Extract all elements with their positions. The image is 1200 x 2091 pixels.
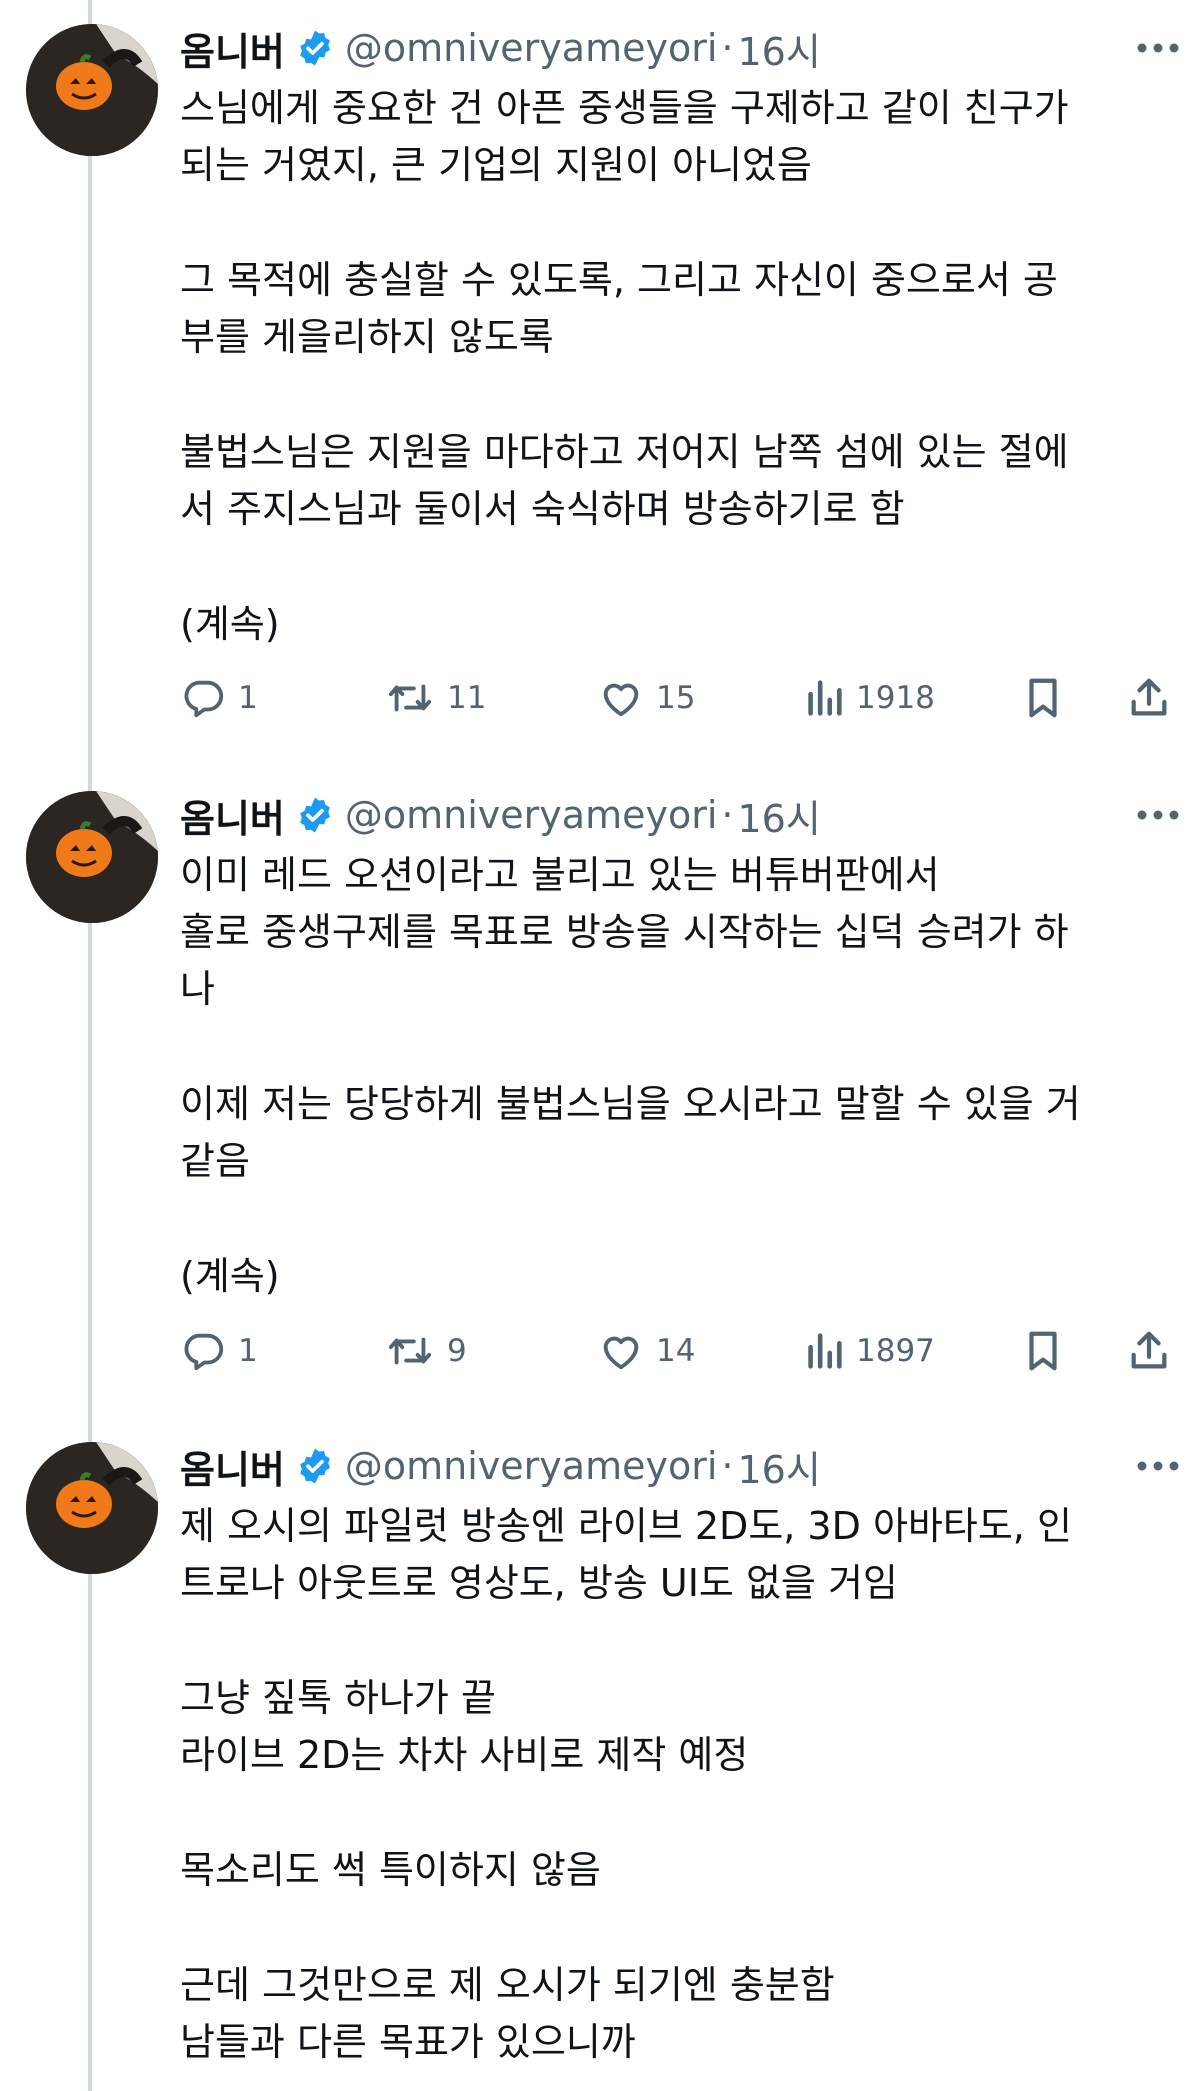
- paragraph: 근데 그것만으로 제 오시가 되기엔 충분함 남들과 다른 목표가 있으니까: [180, 1957, 1180, 2071]
- text-line: 불법스님은 지원을 마다하고 저어지 남쪽 섬에 있는 절에: [180, 430, 1069, 474]
- tweet-2[interactable]: 옴니버 @omniveryameyori · 16시 이미 레드 오션이라고 불…: [0, 767, 1200, 1417]
- tweet-text: 제 오시의 파일럿 방송엔 라이브 2D도, 3D 아바타도, 인 트로나 아웃…: [180, 1498, 1180, 2071]
- text-line: 홀로 중생구제를 목표로 방송을 시작하는 십덕 승려가 하: [180, 910, 1069, 954]
- verified-badge-icon: [295, 1446, 335, 1486]
- tweet-header: 옴니버 @omniveryameyori · 16시: [180, 20, 1180, 76]
- timestamp[interactable]: 16시: [737, 1439, 820, 1494]
- repost-icon: [385, 675, 435, 721]
- tweet-3[interactable]: 옴니버 @omniveryameyori · 16시 제 오시의 파일럿 방송엔…: [0, 1418, 1200, 2091]
- reply-count: 1: [238, 1333, 258, 1369]
- text-line: 목소리도 썩 특이하지 않음: [180, 1848, 601, 1892]
- text-line: 나: [180, 967, 215, 1011]
- separator-dot: ·: [721, 793, 734, 837]
- text-line: 이제 저는 당당하게 불법스님을 오시라고 말할 수 있을 거: [180, 1082, 1081, 1126]
- paragraph: 그냥 짚톡 하나가 끝 라이브 2D는 차차 사비로 제작 예정: [180, 1670, 1180, 1784]
- author-handle[interactable]: @omniveryameyori: [345, 26, 718, 70]
- share-icon: [1126, 1328, 1172, 1374]
- text-line: 같음: [180, 1139, 250, 1183]
- author-handle[interactable]: @omniveryameyori: [345, 793, 718, 837]
- text-line: 그 목적에 충실할 수 있도록, 그리고 자신이 중으로서 공: [180, 258, 1058, 302]
- text-line: 스님에게 중요한 건 아픈 중생들을 구제하고 같이 친구가: [180, 86, 1069, 130]
- bookmark-button[interactable]: [1020, 668, 1066, 728]
- text-line: 서 주지스님과 둘이서 숙식하며 방송하기로 함: [180, 487, 905, 531]
- bookmark-button[interactable]: [1020, 1321, 1066, 1381]
- views-button[interactable]: 1918: [804, 668, 935, 728]
- reply-button[interactable]: 1: [180, 1321, 258, 1381]
- text-line: (계속): [180, 602, 280, 646]
- avatar[interactable]: [26, 791, 158, 923]
- repost-button[interactable]: 9: [385, 1321, 467, 1381]
- more-options-icon[interactable]: [1136, 20, 1180, 76]
- paragraph: 스님에게 중요한 건 아픈 중생들을 구제하고 같이 친구가 되는 거였지, 큰…: [180, 80, 1180, 194]
- text-line: (계속): [180, 1254, 280, 1298]
- views-count: 1918: [856, 680, 935, 716]
- text-line: 이미 레드 오션이라고 불리고 있는 버튜버판에서: [180, 853, 940, 897]
- views-count: 1897: [856, 1333, 935, 1369]
- reply-count: 1: [238, 680, 258, 716]
- heart-icon: [598, 1328, 644, 1374]
- text-line: 그냥 짚톡 하나가 끝: [180, 1676, 496, 1720]
- paragraph: 불법스님은 지원을 마다하고 저어지 남쪽 섬에 있는 절에 서 주지스님과 둘…: [180, 424, 1180, 538]
- text-line: 라이브 2D는 차차 사비로 제작 예정: [180, 1733, 749, 1777]
- like-button[interactable]: 14: [598, 1321, 695, 1381]
- like-count: 14: [656, 1333, 696, 1369]
- views-chart-icon: [804, 675, 844, 721]
- reply-button[interactable]: 1: [180, 668, 258, 728]
- text-line: 되는 거였지, 큰 기업의 지원이 아니었음: [180, 143, 812, 187]
- tweet-actions: 1 11 15 1918: [180, 668, 1170, 728]
- paragraph: 이미 레드 오션이라고 불리고 있는 버튜버판에서 홀로 중생구제를 목표로 방…: [180, 847, 1180, 1018]
- reply-icon: [180, 675, 226, 721]
- avatar[interactable]: [26, 24, 158, 156]
- tweet-text: 스님에게 중요한 건 아픈 중생들을 구제하고 같이 친구가 되는 거였지, 큰…: [180, 80, 1180, 653]
- timestamp[interactable]: 16시: [737, 788, 820, 843]
- text-line: 부를 게을리하지 않도록: [180, 315, 554, 359]
- tweet-actions: 1 9 14 1897: [180, 1321, 1170, 1381]
- author-handle[interactable]: @omniveryameyori: [345, 1444, 718, 1488]
- timestamp[interactable]: 16시: [737, 21, 820, 76]
- share-button[interactable]: [1126, 1321, 1172, 1381]
- bookmark-icon: [1020, 1328, 1066, 1374]
- verified-badge-icon: [295, 795, 335, 835]
- paragraph: 목소리도 썩 특이하지 않음: [180, 1842, 1180, 1899]
- text-line: 트로나 아웃트로 영상도, 방송 UI도 없을 거임: [180, 1561, 898, 1605]
- share-icon: [1126, 675, 1172, 721]
- reply-icon: [180, 1328, 226, 1374]
- avatar[interactable]: [26, 1442, 158, 1574]
- paragraph: (계속): [180, 596, 1180, 653]
- author-name[interactable]: 옴니버: [180, 21, 285, 76]
- text-line: 제 오시의 파일럿 방송엔 라이브 2D도, 3D 아바타도, 인: [180, 1504, 1072, 1548]
- separator-dot: ·: [721, 1444, 734, 1488]
- repost-button[interactable]: 11: [385, 668, 486, 728]
- tweet-header: 옴니버 @omniveryameyori · 16시: [180, 1438, 1180, 1494]
- author-name[interactable]: 옴니버: [180, 788, 285, 843]
- repost-count: 9: [447, 1333, 467, 1369]
- repost-icon: [385, 1328, 435, 1374]
- text-line: 남들과 다른 목표가 있으니까: [180, 2020, 636, 2064]
- views-chart-icon: [804, 1328, 844, 1374]
- heart-icon: [598, 675, 644, 721]
- paragraph: 그 목적에 충실할 수 있도록, 그리고 자신이 중으로서 공 부를 게을리하지…: [180, 252, 1180, 366]
- bookmark-icon: [1020, 675, 1066, 721]
- tweet-header: 옴니버 @omniveryameyori · 16시: [180, 787, 1180, 843]
- author-name[interactable]: 옴니버: [180, 1439, 285, 1494]
- more-options-icon[interactable]: [1136, 787, 1180, 843]
- tweet-text: 이미 레드 오션이라고 불리고 있는 버튜버판에서 홀로 중생구제를 목표로 방…: [180, 847, 1180, 1305]
- tweet-1[interactable]: 옴니버 @omniveryameyori · 16시 스님에게 중요한 건 아픈…: [0, 0, 1200, 770]
- more-options-icon[interactable]: [1136, 1438, 1180, 1494]
- repost-count: 11: [447, 680, 487, 716]
- paragraph: 제 오시의 파일럿 방송엔 라이브 2D도, 3D 아바타도, 인 트로나 아웃…: [180, 1498, 1180, 1612]
- share-button[interactable]: [1126, 668, 1172, 728]
- like-count: 15: [656, 680, 696, 716]
- views-button[interactable]: 1897: [804, 1321, 935, 1381]
- paragraph: 이제 저는 당당하게 불법스님을 오시라고 말할 수 있을 거 같음: [180, 1076, 1180, 1190]
- separator-dot: ·: [721, 26, 734, 70]
- like-button[interactable]: 15: [598, 668, 695, 728]
- paragraph: (계속): [180, 1248, 1180, 1305]
- text-line: 근데 그것만으로 제 오시가 되기엔 충분함: [180, 1963, 835, 2007]
- verified-badge-icon: [295, 28, 335, 68]
